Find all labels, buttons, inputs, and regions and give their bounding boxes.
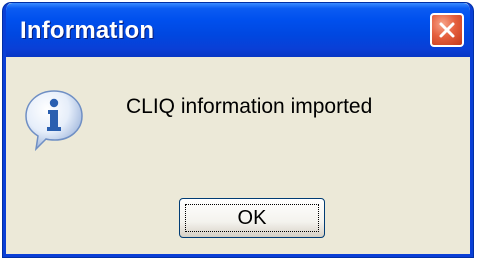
information-icon: [25, 90, 83, 151]
title-bar[interactable]: Information: [6, 3, 470, 57]
close-button[interactable]: [430, 13, 464, 47]
ok-button-label: OK: [185, 204, 319, 232]
dialog-message: CLIQ information imported: [126, 95, 373, 118]
dialog-body: CLIQ information imported OK: [6, 57, 470, 254]
ok-button[interactable]: OK: [179, 198, 325, 238]
close-icon: [439, 22, 455, 38]
dialog-title: Information: [20, 17, 155, 44]
information-dialog: Information CLIQ information imported OK: [3, 3, 473, 257]
